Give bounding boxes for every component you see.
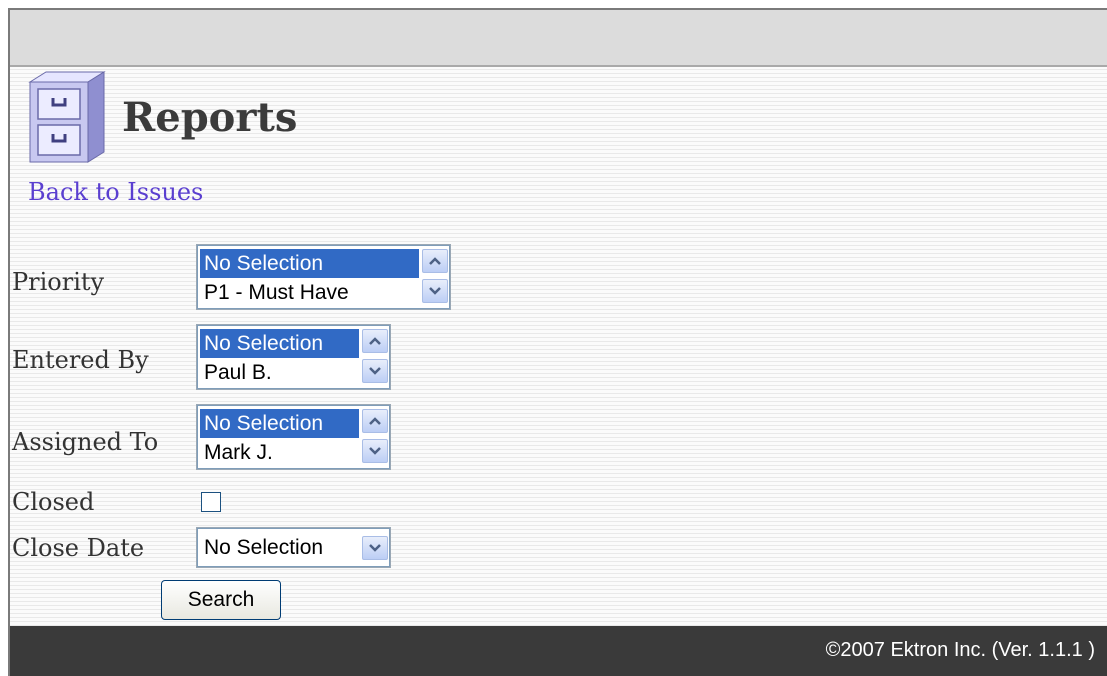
search-button[interactable]: Search (161, 580, 281, 620)
list-option-selected[interactable]: No Selection (200, 329, 359, 358)
scroll-up-button[interactable] (362, 329, 388, 353)
scroll-down-button[interactable] (362, 439, 388, 463)
assigned-to-listbox[interactable]: No Selection Mark J. (197, 405, 390, 469)
scroll-down-button[interactable] (422, 279, 448, 303)
dropdown-button[interactable] (362, 536, 388, 560)
top-bar (10, 10, 1107, 67)
scroll-up-button[interactable] (362, 409, 388, 433)
closed-label: Closed (12, 488, 95, 516)
scroll-up-button[interactable] (422, 249, 448, 273)
chevron-down-icon (369, 447, 381, 455)
list-option-selected[interactable]: No Selection (200, 409, 359, 438)
footer: ©2007 Ektron Inc. (Ver. 1.1.1 ) (10, 626, 1107, 676)
chevron-up-icon (369, 417, 381, 425)
chevron-down-icon (429, 287, 441, 295)
page-frame: Reports Back to Issues Priority No Selec… (8, 8, 1107, 676)
chevron-down-icon (369, 544, 381, 552)
list-option[interactable]: P1 - Must Have (200, 278, 419, 307)
list-option-selected[interactable]: No Selection (200, 249, 419, 278)
copyright-text: ©2007 Ektron Inc. (Ver. 1.1.1 ) (825, 639, 1095, 661)
close-date-value: No Selection (204, 536, 324, 559)
chevron-down-icon (369, 367, 381, 375)
back-to-issues-link[interactable]: Back to Issues (28, 178, 203, 206)
close-date-label: Close Date (12, 534, 145, 562)
close-date-select[interactable]: No Selection (197, 528, 390, 567)
list-option[interactable]: Paul B. (200, 358, 359, 387)
chevron-up-icon (369, 337, 381, 345)
chevron-up-icon (429, 257, 441, 265)
page-title: Reports (122, 94, 298, 141)
priority-listbox[interactable]: No Selection P1 - Must Have (197, 245, 450, 309)
closed-checkbox[interactable] (201, 492, 221, 512)
priority-label: Priority (12, 268, 105, 296)
list-option[interactable]: Mark J. (200, 438, 359, 467)
scroll-down-button[interactable] (362, 359, 388, 383)
entered-by-listbox[interactable]: No Selection Paul B. (197, 325, 390, 389)
file-cabinet-icon (28, 71, 106, 163)
entered-by-label: Entered By (12, 346, 149, 374)
assigned-to-label: Assigned To (12, 428, 159, 456)
